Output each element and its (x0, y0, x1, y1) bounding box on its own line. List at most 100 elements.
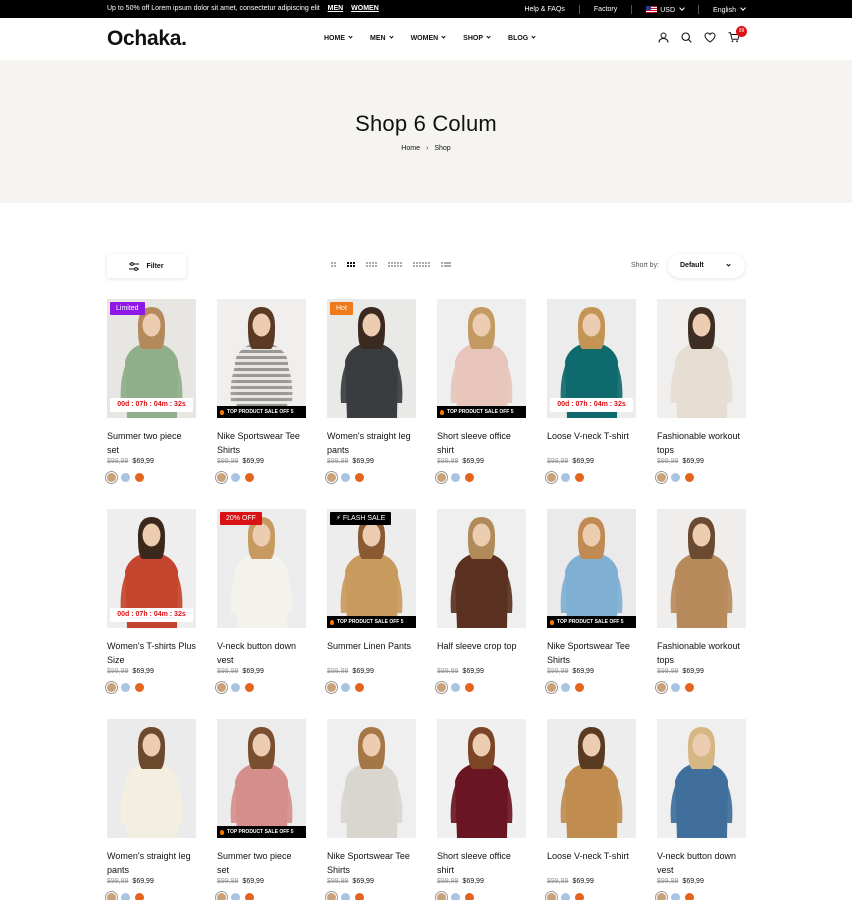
color-swatch-tan[interactable] (657, 473, 666, 482)
product-card[interactable]: 20% OFF V-neck button down vest $99,99 $69,… (217, 509, 306, 699)
product-title[interactable]: V-neck button down vest (657, 849, 746, 877)
promo-link-men[interactable]: MEN (328, 5, 344, 12)
color-swatch-orange[interactable] (465, 683, 474, 692)
nav-item-women[interactable]: WOMEN (411, 34, 446, 42)
color-swatch-orange[interactable] (135, 473, 144, 482)
color-swatch-blue[interactable] (121, 893, 130, 900)
layout-4-columns-icon[interactable] (366, 262, 377, 267)
color-swatch-tan[interactable] (547, 473, 556, 482)
color-swatch-tan[interactable] (657, 893, 666, 900)
language-select[interactable]: English (713, 4, 746, 14)
product-card[interactable]: V-neck button down vest $99,99 $69,99 (657, 719, 746, 900)
product-image[interactable] (107, 719, 196, 838)
color-swatch-blue[interactable] (341, 683, 350, 692)
color-swatch-orange[interactable] (135, 893, 144, 900)
product-card[interactable]: Hot Women's straight leg pants $99,99 $69,9… (327, 299, 416, 489)
product-image[interactable]: TOP PRODUCT SALE OFF 5 (217, 719, 306, 838)
product-title[interactable]: Fashionable workout tops (657, 639, 746, 667)
color-swatch-blue[interactable] (561, 893, 570, 900)
color-swatch-tan[interactable] (657, 683, 666, 692)
product-card[interactable]: Limited 00d : 07h : 04m : 32s Summer two p… (107, 299, 196, 489)
product-card[interactable]: Loose V-neck T-shirt $99,99 $69,99 (547, 719, 636, 900)
color-swatch-tan[interactable] (547, 893, 556, 900)
color-swatch-blue[interactable] (231, 893, 240, 900)
color-swatch-orange[interactable] (575, 683, 584, 692)
product-title[interactable]: Nike Sportswear Tee Shirts (217, 429, 306, 457)
color-swatch-orange[interactable] (575, 473, 584, 482)
color-swatch-orange[interactable] (245, 683, 254, 692)
product-title[interactable]: Women's straight leg pants (327, 429, 416, 457)
cart-button[interactable]: 99 (728, 26, 747, 43)
product-title[interactable]: Nike Sportswear Tee Shirts (547, 639, 636, 667)
color-swatch-tan[interactable] (217, 893, 226, 900)
product-title[interactable]: Summer two piece set (217, 849, 306, 877)
product-image[interactable]: 20% OFF (217, 509, 306, 628)
color-swatch-blue[interactable] (121, 473, 130, 482)
color-swatch-tan[interactable] (327, 473, 336, 482)
color-swatch-blue[interactable] (121, 683, 130, 692)
product-image[interactable] (657, 719, 746, 838)
color-swatch-blue[interactable] (671, 473, 680, 482)
product-card[interactable]: 00d : 07h : 04m : 32s Women's T-shirts Pl… (107, 509, 196, 699)
color-swatch-blue[interactable] (561, 683, 570, 692)
product-title[interactable]: Loose V-neck T-shirt (547, 429, 636, 457)
color-swatch-tan[interactable] (107, 683, 116, 692)
color-swatch-tan[interactable] (217, 473, 226, 482)
product-title[interactable]: Loose V-neck T-shirt (547, 849, 636, 877)
logo[interactable]: Ochaka. (107, 27, 187, 51)
product-image[interactable]: ⚡ FLASH SALE TOP PRODUCT SALE OFF 5 (327, 509, 416, 628)
color-swatch-orange[interactable] (465, 473, 474, 482)
wishlist-icon[interactable] (704, 32, 716, 43)
product-card[interactable]: TOP PRODUCT SALE OFF 5 Short sleeve offic… (437, 299, 526, 489)
color-swatch-blue[interactable] (671, 893, 680, 900)
product-card[interactable]: TOP PRODUCT SALE OFF 5 Nike Sportswear Te… (547, 509, 636, 699)
color-swatch-tan[interactable] (547, 683, 556, 692)
color-swatch-blue[interactable] (561, 473, 570, 482)
nav-item-men[interactable]: MEN (370, 34, 394, 42)
product-image[interactable] (327, 719, 416, 838)
color-swatch-orange[interactable] (245, 893, 254, 900)
product-image[interactable] (437, 719, 526, 838)
product-card[interactable]: Half sleeve crop top $99,99 $69,99 (437, 509, 526, 699)
product-card[interactable]: TOP PRODUCT SALE OFF 5 Summer two piece s… (217, 719, 306, 900)
color-swatch-orange[interactable] (465, 893, 474, 900)
product-image[interactable]: 00d : 07h : 04m : 32s (547, 299, 636, 418)
color-swatch-orange[interactable] (135, 683, 144, 692)
color-swatch-orange[interactable] (575, 893, 584, 900)
color-swatch-blue[interactable] (451, 893, 460, 900)
product-title[interactable]: Women's T-shirts Plus Size (107, 639, 196, 667)
color-swatch-tan[interactable] (107, 893, 116, 900)
product-image[interactable]: 00d : 07h : 04m : 32s (107, 509, 196, 628)
factory-link[interactable]: Factory (594, 6, 617, 13)
product-card[interactable]: Short sleeve office shirt $99,99 $69,99 (437, 719, 526, 900)
product-card[interactable]: Women's straight leg pants $99,99 $69,99 (107, 719, 196, 900)
product-card[interactable]: Nike Sportswear Tee Shirts $99,99 $69,99 (327, 719, 416, 900)
color-swatch-orange[interactable] (245, 473, 254, 482)
product-card[interactable]: ⚡ FLASH SALE TOP PRODUCT SALE OFF 5 Summer… (327, 509, 416, 699)
color-swatch-orange[interactable] (355, 683, 364, 692)
color-swatch-tan[interactable] (107, 473, 116, 482)
product-image[interactable]: Hot (327, 299, 416, 418)
product-title[interactable]: V-neck button down vest (217, 639, 306, 667)
color-swatch-tan[interactable] (327, 683, 336, 692)
color-swatch-orange[interactable] (685, 683, 694, 692)
color-swatch-orange[interactable] (685, 893, 694, 900)
product-title[interactable]: Women's straight leg pants (107, 849, 196, 877)
product-title[interactable]: Summer two piece set (107, 429, 196, 457)
color-swatch-orange[interactable] (355, 893, 364, 900)
product-card[interactable]: TOP PRODUCT SALE OFF 5 Nike Sportswear Te… (217, 299, 306, 489)
nav-item-home[interactable]: HOME (324, 34, 353, 42)
color-swatch-tan[interactable] (437, 683, 446, 692)
color-swatch-orange[interactable] (685, 473, 694, 482)
product-image[interactable] (437, 509, 526, 628)
color-swatch-blue[interactable] (231, 683, 240, 692)
layout-6-columns-icon[interactable] (413, 262, 430, 267)
currency-select[interactable]: USD (646, 4, 685, 14)
product-title[interactable]: Nike Sportswear Tee Shirts (327, 849, 416, 877)
color-swatch-blue[interactable] (451, 473, 460, 482)
layout-2-columns-icon[interactable] (331, 262, 336, 267)
filter-button[interactable]: Filter (107, 254, 186, 278)
color-swatch-tan[interactable] (217, 683, 226, 692)
color-swatch-blue[interactable] (341, 473, 350, 482)
product-image[interactable] (547, 719, 636, 838)
